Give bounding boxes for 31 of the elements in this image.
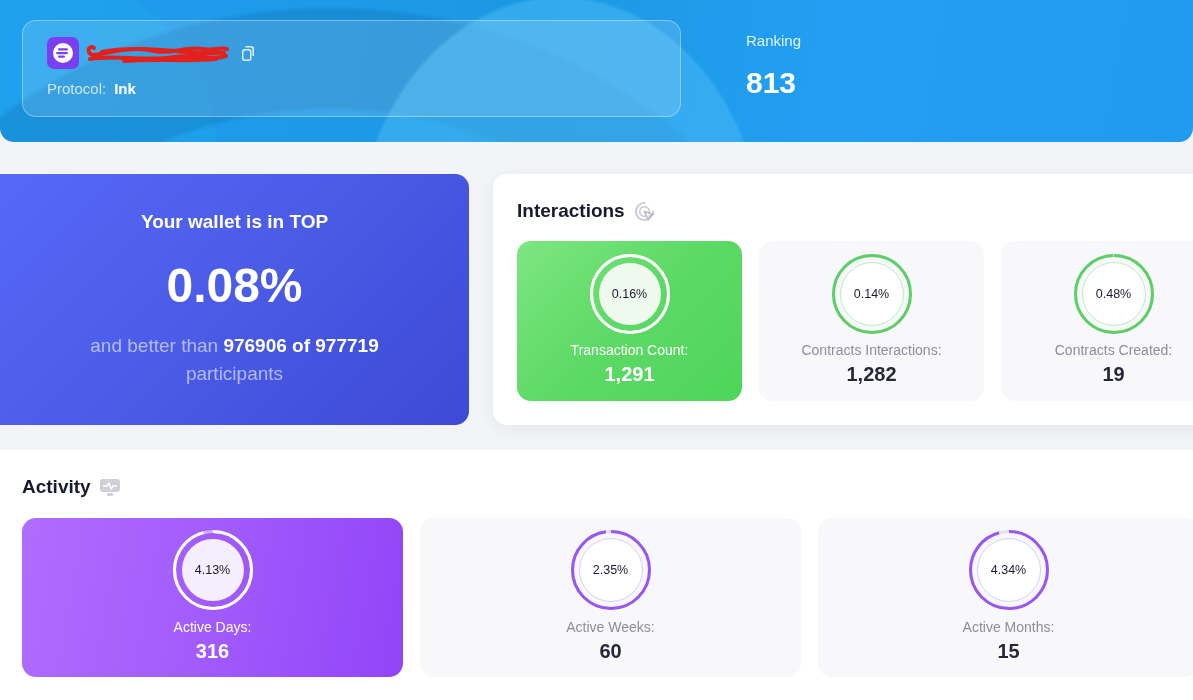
stat-value: 19 [1102,363,1125,386]
logo-icon [47,37,79,69]
protocol-label: Protocol: [47,80,107,98]
stat-label: Transaction Count: [570,342,689,359]
ranking-label: Ranking [746,32,802,49]
stat-label: Active Months: [962,619,1055,636]
ring-percent: 4.13% [181,539,244,601]
stat-label: Contracts Created: [1054,342,1173,359]
ring-percent: 0.16% [598,263,661,325]
protocol-value: Ink [114,80,136,98]
stat-label: Active Weeks: [566,619,655,636]
top-percent-value: 0.08% [166,259,303,313]
monitor-pulse-icon [99,478,120,496]
cursor-click-icon [633,200,655,222]
participants-summary: and better than 976906 of 977719 participants [89,334,380,386]
copy-icon[interactable] [242,45,254,61]
ring-percent: 2.35% [578,538,643,602]
stat-label: Contracts Interactions: [801,342,942,359]
stat-label: Active Days: [173,619,252,636]
ranking-value: 813 [746,66,797,100]
ring-percent: 0.48% [1081,262,1146,326]
section-title: Interactions [517,199,625,223]
ring-percent: 4.34% [976,538,1041,602]
stat-value: 60 [599,640,622,663]
top-card-title: Your wallet is in TOP [140,210,329,234]
stat-value: 316 [195,640,230,663]
ring-percent: 0.14% [839,262,904,326]
stat-value: 15 [997,640,1020,663]
section-title: Activity [22,475,91,499]
stat-value: 1,282 [846,363,897,386]
stat-value: 1,291 [604,363,655,386]
